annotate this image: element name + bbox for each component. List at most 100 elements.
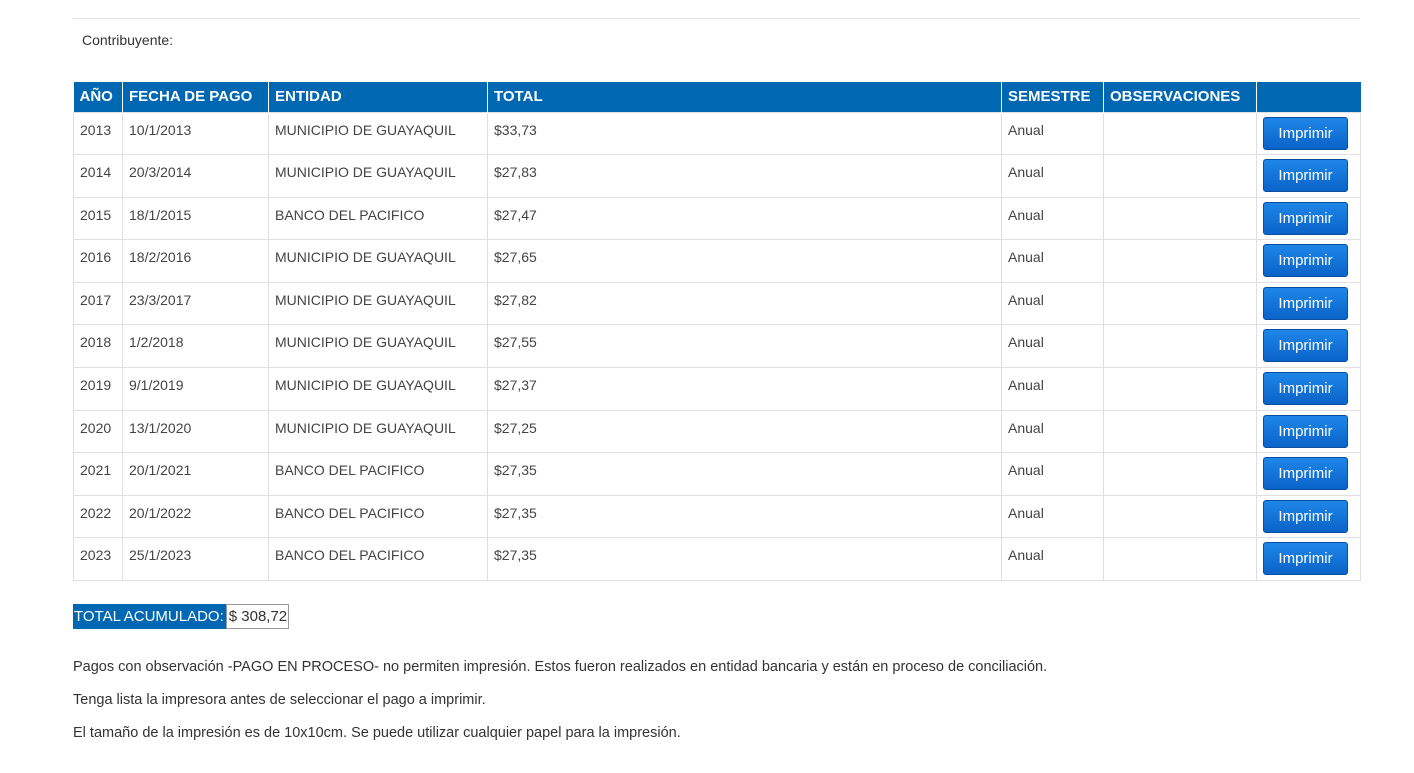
note-print-size: El tamaño de la impresión es de 10x10cm.… xyxy=(73,725,681,741)
cell-action: Imprimir xyxy=(1256,324,1361,369)
table-row: 2015 18/1/2015 BANCO DEL PACIFICO $27,47… xyxy=(73,196,1361,241)
column-header-year: AÑO xyxy=(73,82,123,112)
cell-entity: MUNICIPIO DE GUAYAQUIL xyxy=(268,239,488,283)
cell-year: 2019 xyxy=(73,367,123,411)
cell-observations xyxy=(1103,111,1257,156)
cell-entity: BANCO DEL PACIFICO xyxy=(268,537,488,582)
column-header-observations: OBSERVACIONES xyxy=(1103,82,1257,112)
cell-action: Imprimir xyxy=(1256,494,1361,539)
cell-payment-date: 18/1/2015 xyxy=(122,196,269,241)
cell-total: $27,35 xyxy=(487,494,1002,539)
cell-semester: Anual xyxy=(1001,494,1104,539)
print-button[interactable]: Imprimir xyxy=(1263,372,1348,406)
cell-action: Imprimir xyxy=(1256,111,1361,156)
cell-observations xyxy=(1103,239,1257,283)
cell-total: $27,47 xyxy=(487,196,1002,241)
cell-action: Imprimir xyxy=(1256,452,1361,496)
cell-total: $27,65 xyxy=(487,239,1002,283)
table-row: 2020 13/1/2020 MUNICIPIO DE GUAYAQUIL $2… xyxy=(73,409,1361,454)
cell-year: 2016 xyxy=(73,239,123,283)
table-row: 2014 20/3/2014 MUNICIPIO DE GUAYAQUIL $2… xyxy=(73,154,1361,198)
cell-semester: Anual xyxy=(1001,537,1104,582)
column-header-payment-date: FECHA DE PAGO xyxy=(122,82,269,112)
cell-action: Imprimir xyxy=(1256,537,1361,582)
cell-year: 2015 xyxy=(73,196,123,241)
cell-year: 2017 xyxy=(73,281,123,326)
table-row: 2019 9/1/2019 MUNICIPIO DE GUAYAQUIL $27… xyxy=(73,367,1361,411)
payment-history-page: Contribuyente: AÑO FECHA DE PAGO ENTIDAD… xyxy=(0,0,1414,773)
table-row: 2022 20/1/2022 BANCO DEL PACIFICO $27,35… xyxy=(73,494,1361,539)
cell-total: $27,25 xyxy=(487,409,1002,454)
cell-observations xyxy=(1103,452,1257,496)
cell-semester: Anual xyxy=(1001,324,1104,369)
cell-payment-date: 20/1/2022 xyxy=(122,494,269,539)
print-button[interactable]: Imprimir xyxy=(1263,457,1348,491)
cell-payment-date: 10/1/2013 xyxy=(122,111,269,156)
table-row: 2021 20/1/2021 BANCO DEL PACIFICO $27,35… xyxy=(73,452,1361,496)
cell-action: Imprimir xyxy=(1256,367,1361,411)
taxpayer-label: Contribuyente: xyxy=(82,32,174,48)
cell-payment-date: 20/3/2014 xyxy=(122,154,269,198)
accumulated-total-value: $ 308,72 xyxy=(225,604,290,629)
cell-semester: Anual xyxy=(1001,111,1104,156)
cell-total: $27,35 xyxy=(487,537,1002,582)
cell-observations xyxy=(1103,281,1257,326)
cell-observations xyxy=(1103,537,1257,582)
cell-observations xyxy=(1103,196,1257,241)
payments-table-body: 2013 10/1/2013 MUNICIPIO DE GUAYAQUIL $3… xyxy=(73,111,1361,582)
column-header-total: TOTAL xyxy=(487,82,1002,112)
cell-year: 2021 xyxy=(73,452,123,496)
cell-entity: MUNICIPIO DE GUAYAQUIL xyxy=(268,367,488,411)
cell-total: $27,83 xyxy=(487,154,1002,198)
column-header-entity: ENTIDAD xyxy=(268,82,488,112)
table-row: 2023 25/1/2023 BANCO DEL PACIFICO $27,35… xyxy=(73,537,1361,582)
table-row: 2018 1/2/2018 MUNICIPIO DE GUAYAQUIL $27… xyxy=(73,324,1361,369)
top-divider xyxy=(73,18,1360,19)
cell-entity: BANCO DEL PACIFICO xyxy=(268,452,488,496)
cell-payment-date: 13/1/2020 xyxy=(122,409,269,454)
cell-action: Imprimir xyxy=(1256,409,1361,454)
cell-total: $27,35 xyxy=(487,452,1002,496)
cell-semester: Anual xyxy=(1001,452,1104,496)
cell-payment-date: 1/2/2018 xyxy=(122,324,269,369)
cell-year: 2013 xyxy=(73,111,123,156)
cell-entity: BANCO DEL PACIFICO xyxy=(268,494,488,539)
cell-action: Imprimir xyxy=(1256,239,1361,283)
print-button[interactable]: Imprimir xyxy=(1263,159,1348,193)
cell-entity: MUNICIPIO DE GUAYAQUIL xyxy=(268,409,488,454)
print-button[interactable]: Imprimir xyxy=(1263,414,1348,448)
note-pending-payments: Pagos con observación -PAGO EN PROCESO- … xyxy=(73,659,1048,675)
cell-total: $27,82 xyxy=(487,281,1002,326)
print-button[interactable]: Imprimir xyxy=(1263,329,1348,363)
print-button[interactable]: Imprimir xyxy=(1263,116,1348,150)
cell-observations xyxy=(1103,154,1257,198)
column-header-action xyxy=(1256,82,1361,112)
cell-action: Imprimir xyxy=(1256,281,1361,326)
cell-payment-date: 18/2/2016 xyxy=(122,239,269,283)
cell-year: 2023 xyxy=(73,537,123,582)
cell-payment-date: 25/1/2023 xyxy=(122,537,269,582)
column-header-semester: SEMESTRE xyxy=(1001,82,1104,112)
cell-payment-date: 20/1/2021 xyxy=(122,452,269,496)
table-header-row: AÑO FECHA DE PAGO ENTIDAD TOTAL SEMESTRE… xyxy=(73,82,1361,112)
cell-semester: Anual xyxy=(1001,281,1104,326)
print-button[interactable]: Imprimir xyxy=(1263,286,1348,320)
cell-action: Imprimir xyxy=(1256,196,1361,241)
cell-year: 2020 xyxy=(73,409,123,454)
cell-entity: BANCO DEL PACIFICO xyxy=(268,196,488,241)
print-button[interactable]: Imprimir xyxy=(1263,542,1348,576)
print-button[interactable]: Imprimir xyxy=(1263,201,1348,235)
cell-year: 2018 xyxy=(73,324,123,369)
cell-payment-date: 9/1/2019 xyxy=(122,367,269,411)
cell-observations xyxy=(1103,324,1257,369)
cell-semester: Anual xyxy=(1001,239,1104,283)
cell-total: $33,73 xyxy=(487,111,1002,156)
print-button[interactable]: Imprimir xyxy=(1263,499,1348,533)
cell-entity: MUNICIPIO DE GUAYAQUIL xyxy=(268,154,488,198)
cell-total: $27,55 xyxy=(487,324,1002,369)
note-printer-ready: Tenga lista la impresora antes de selecc… xyxy=(73,692,486,708)
table-row: 2017 23/3/2017 MUNICIPIO DE GUAYAQUIL $2… xyxy=(73,281,1361,326)
print-button[interactable]: Imprimir xyxy=(1263,244,1348,278)
table-row: 2013 10/1/2013 MUNICIPIO DE GUAYAQUIL $3… xyxy=(73,111,1361,156)
cell-observations xyxy=(1103,409,1257,454)
